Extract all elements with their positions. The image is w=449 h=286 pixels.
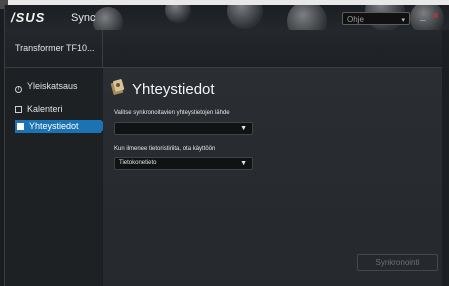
help-label: Ohje [347,15,364,24]
source-dropdown[interactable]: ▼ [114,122,253,135]
calendar-icon [15,106,22,113]
page-title: Yhteystiedot [132,81,215,98]
asus-sync-window: /SUS Sync Ohje ▾ _ × Transformer TF10...… [4,5,449,286]
minimize-button[interactable]: _ [420,11,426,22]
sidebar-item-calendar[interactable]: Kalenteri [15,103,63,115]
chevron-down-icon: ▼ [240,160,247,167]
sidebar-item-label: Yleiskatsaus [27,81,78,91]
asus-logo: /SUS [11,10,46,25]
conflict-label: Kun ilmenee tietoristiriita, ota käyttöö… [114,146,216,152]
close-button[interactable]: × [433,11,439,22]
main-panel: Yhteystiedot Valitse synkronoitavien yht… [103,68,442,286]
help-dropdown[interactable]: Ohje ▾ [342,12,410,25]
sync-button[interactable]: Synkronointi [357,254,438,271]
sidebar-item-contacts[interactable]: Yhteystiedot [15,120,107,133]
sidebar-item-label: Kalenteri [27,104,63,114]
title-bar: /SUS Sync Ohje ▾ _ × [5,5,449,41]
info-icon: i [15,86,22,93]
contacts-icon [17,123,24,130]
app-name: Sync [71,12,96,24]
sidebar-item-label: Yhteystiedot [29,121,79,131]
source-label: Valitse synkronoitavien yhteystietojen l… [114,110,230,116]
conflict-value: Tietokonetieto [119,160,157,166]
device-name[interactable]: Transformer TF10... [15,43,95,53]
conflict-dropdown[interactable]: Tietokonetieto ▼ [114,157,253,170]
sidebar-item-overview[interactable]: i Yleiskatsaus [15,80,78,93]
device-bar: Transformer TF10... [5,30,449,68]
contacts-book-icon [110,79,125,95]
chevron-down-icon: ▾ [401,17,405,24]
chevron-down-icon: ▼ [240,125,247,132]
sidebar: i Yleiskatsaus Kalenteri Yhteystiedot [5,68,107,286]
